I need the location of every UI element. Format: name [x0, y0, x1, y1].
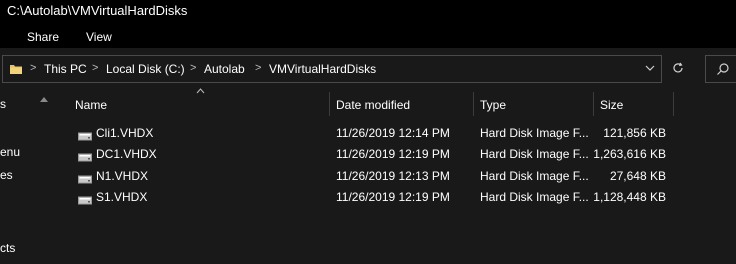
file-type: Hard Disk Image F... — [480, 126, 589, 140]
breadcrumb-separator: > — [190, 62, 197, 74]
breadcrumb-this-pc[interactable]: This PC — [44, 62, 87, 76]
column-divider[interactable] — [673, 92, 674, 116]
scroll-up-icon — [40, 97, 48, 102]
file-name: Cli1.VHDX — [96, 126, 154, 140]
refresh-icon[interactable] — [664, 56, 692, 82]
nav-item[interactable]: cts — [0, 241, 15, 255]
breadcrumb-autolab[interactable]: Autolab — [204, 62, 245, 76]
ribbon-tabs: Share View — [0, 24, 736, 48]
column-divider[interactable] — [329, 92, 330, 116]
breadcrumb-vmvirtualharddisks[interactable]: VMVirtualHardDisks — [269, 62, 376, 76]
file-size: 1,263,616 KB — [593, 147, 666, 161]
navigation-pane: s enu es cts — [0, 92, 56, 264]
window-title: C:\Autolab\VMVirtualHardDisks — [7, 3, 188, 18]
file-type: Hard Disk Image F... — [480, 169, 589, 183]
address-bar-row: > This PC > Local Disk (C:) > Autolab > … — [0, 48, 736, 92]
nav-item[interactable]: s — [0, 97, 6, 111]
file-row[interactable]: N1.VHDX 11/26/2019 12:13 PM Hard Disk Im… — [56, 166, 736, 186]
file-row[interactable]: Cli1.VHDX 11/26/2019 12:14 PM Hard Disk … — [56, 123, 736, 143]
column-divider[interactable] — [473, 92, 474, 116]
column-header-type[interactable]: Type — [480, 98, 506, 112]
file-type: Hard Disk Image F... — [480, 147, 589, 161]
nav-item[interactable]: es — [0, 168, 13, 182]
file-date: 11/26/2019 12:19 PM — [336, 190, 450, 204]
sort-ascending-icon — [196, 86, 205, 96]
breadcrumb-separator: > — [255, 62, 262, 74]
file-size: 1,128,448 KB — [593, 190, 666, 204]
file-date: 11/26/2019 12:13 PM — [336, 169, 450, 183]
folder-icon — [9, 62, 23, 76]
title-bar: C:\Autolab\VMVirtualHardDisks — [0, 0, 736, 24]
file-row[interactable]: S1.VHDX 11/26/2019 12:19 PM Hard Disk Im… — [56, 187, 736, 207]
address-bar[interactable]: > This PC > Local Disk (C:) > Autolab > … — [2, 55, 662, 83]
column-divider[interactable] — [593, 92, 594, 116]
file-size: 27,648 KB — [609, 169, 666, 183]
file-name: N1.VHDX — [96, 169, 149, 183]
disk-image-icon — [78, 192, 92, 210]
column-header-size[interactable]: Size — [600, 98, 623, 112]
tab-share[interactable]: Share — [27, 30, 59, 44]
nav-item[interactable]: enu — [0, 145, 20, 159]
search-box[interactable] — [705, 55, 736, 83]
file-name: S1.VHDX — [96, 190, 148, 204]
file-size: 121,856 KB — [603, 126, 666, 140]
column-header-row: Name Date modified Type Size — [56, 88, 736, 116]
chevron-down-icon[interactable] — [637, 56, 663, 82]
column-header-date[interactable]: Date modified — [336, 98, 410, 112]
file-row[interactable]: DC1.VHDX 11/26/2019 12:19 PM Hard Disk I… — [56, 144, 736, 164]
file-explorer-window: C:\Autolab\VMVirtualHardDisks Share View… — [0, 0, 736, 264]
breadcrumb-local-disk[interactable]: Local Disk (C:) — [106, 62, 185, 76]
file-list: Name Date modified Type Size Cli1.VHDX 1… — [56, 88, 736, 264]
tab-view[interactable]: View — [86, 30, 112, 44]
disk-image-icon — [78, 149, 92, 167]
file-type: Hard Disk Image F... — [480, 190, 589, 204]
file-date: 11/26/2019 12:14 PM — [336, 126, 450, 140]
nav-scrollbar[interactable] — [40, 96, 52, 264]
search-icon — [716, 62, 730, 81]
file-date: 11/26/2019 12:19 PM — [336, 147, 450, 161]
file-name: DC1.VHDX — [96, 147, 157, 161]
column-header-name[interactable]: Name — [75, 98, 107, 112]
breadcrumb-separator: > — [30, 62, 37, 74]
breadcrumb-separator: > — [92, 62, 99, 74]
